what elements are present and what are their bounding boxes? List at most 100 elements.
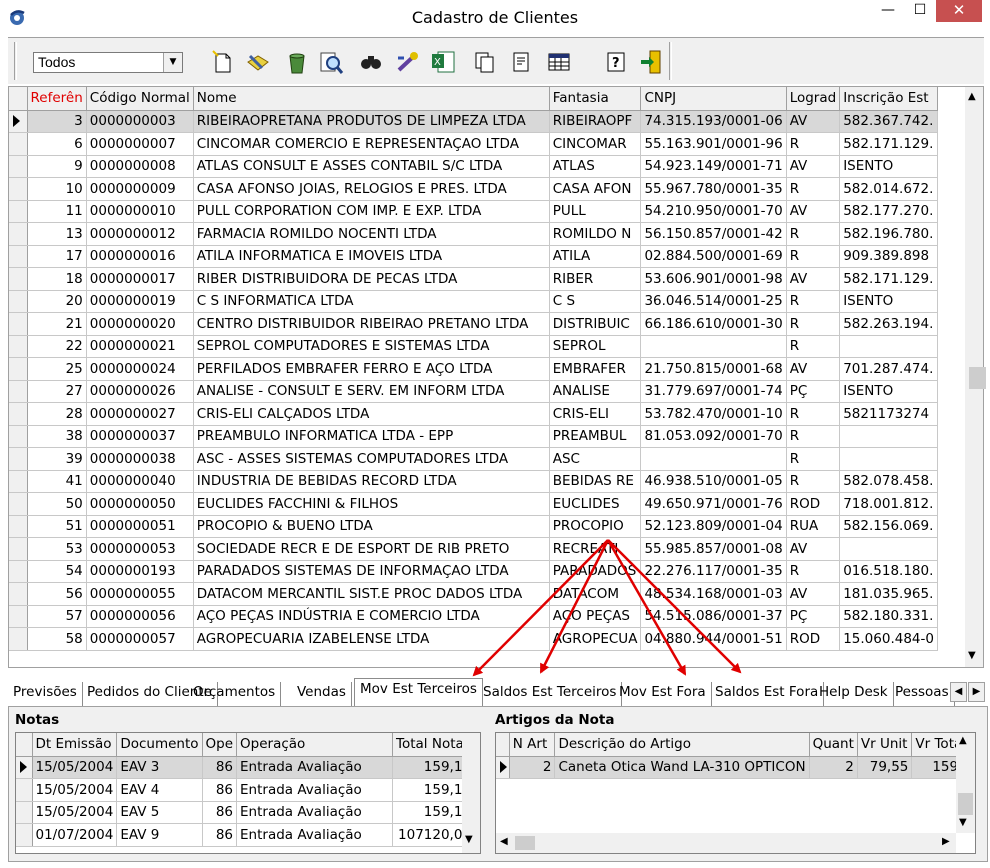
scroll-thumb[interactable] xyxy=(958,793,973,815)
tab-scroll-right-icon[interactable]: ▶ xyxy=(968,682,985,702)
new-record-icon[interactable] xyxy=(210,48,236,76)
tab-5[interactable]: Saldos Est Terceiros xyxy=(478,682,623,706)
vertical-scrollbar[interactable]: ▲ ▼ xyxy=(965,87,986,667)
table-row[interactable]: 54 0000000193 PARADADOS SISTEMAS DE INFORM… xyxy=(9,560,938,583)
vertical-scrollbar[interactable]: ▲ ▼ xyxy=(956,733,975,833)
filter-dropdown[interactable]: Todos xyxy=(33,52,183,73)
row-indicator[interactable] xyxy=(9,447,28,471)
table-row[interactable]: 27 0000000026 ANALISE - CONSULT E SERV. EM… xyxy=(9,380,938,403)
scroll-right-icon[interactable]: ▶ xyxy=(942,836,950,847)
column-header[interactable]: Referên xyxy=(27,87,87,111)
row-indicator[interactable] xyxy=(9,312,28,336)
table-row[interactable]: 21 0000000020 CENTRO DISTRIBUIDOR RIBEIRAO… xyxy=(9,312,938,336)
table-row[interactable]: 20 0000000019 C S INFORMATICA LTDA C S 36.04… xyxy=(9,290,938,313)
row-indicator[interactable] xyxy=(9,537,28,561)
row-indicator[interactable] xyxy=(9,110,28,133)
row-indicator[interactable] xyxy=(9,290,28,313)
row-indicator[interactable] xyxy=(16,801,33,824)
row-indicator[interactable] xyxy=(9,380,28,403)
table-row[interactable]: 41 0000000040 INDUSTRIA DE BEBIDAS RECORD … xyxy=(9,470,938,493)
table-row[interactable]: 11 0000000010 PULL CORPORATION COM IMP. E … xyxy=(9,200,938,223)
table-row[interactable]: 15/05/2004 EAV 4 86 Entrada Avaliação 159,10 xyxy=(16,778,476,802)
column-header[interactable]: Vr Unit xyxy=(857,733,913,757)
copy-icon[interactable] xyxy=(472,48,498,76)
row-indicator[interactable] xyxy=(9,627,28,651)
excel-export-icon[interactable]: X xyxy=(430,48,456,76)
tab-scroll-left-icon[interactable]: ◀ xyxy=(950,682,967,702)
row-indicator[interactable] xyxy=(9,245,28,268)
tab-7[interactable]: Saldos Est Fora xyxy=(710,682,825,706)
table-row[interactable]: 01/07/2004 EAV 9 86 Entrada Avaliação 107120… xyxy=(16,823,476,847)
table-row[interactable]: 15/05/2004 EAV 5 86 Entrada Avaliação 159,10 xyxy=(16,801,476,824)
scroll-down-icon[interactable]: ▼ xyxy=(465,834,473,845)
table-row[interactable]: 25 0000000024 PERFILADOS EMBRAFER FERRO E … xyxy=(9,357,938,381)
vertical-scrollbar[interactable]: ▼ xyxy=(462,733,480,853)
row-indicator[interactable] xyxy=(9,155,28,178)
column-header[interactable]: N Art xyxy=(509,733,556,757)
artigos-grid[interactable]: N Art Descrição do Artigo Quant Vr Unit Vr T… xyxy=(495,732,976,854)
tab-4[interactable]: Mov Est Terceiros xyxy=(354,678,483,706)
column-header[interactable]: Operação xyxy=(236,733,394,757)
wizard-icon[interactable] xyxy=(394,48,420,76)
recycle-bin-icon[interactable] xyxy=(284,48,310,76)
edit-record-icon[interactable] xyxy=(244,48,270,76)
scroll-thumb[interactable] xyxy=(969,367,986,389)
row-indicator[interactable] xyxy=(9,605,28,628)
scroll-up-icon[interactable]: ▲ xyxy=(959,735,967,746)
table-row[interactable]: 57 0000000056 AÇO PEÇAS INDÚSTRIA E COMERC… xyxy=(9,605,938,628)
column-header[interactable]: Inscrição Est xyxy=(839,87,938,111)
row-indicator[interactable] xyxy=(9,200,28,223)
print-preview-icon[interactable] xyxy=(508,48,534,76)
tab-9[interactable]: Pessoas xyxy=(890,682,955,706)
table-row[interactable]: 10 0000000009 CASA AFONSO JOIAS, RELOGIOS … xyxy=(9,177,938,201)
tab-3[interactable]: Vendas xyxy=(292,682,352,706)
table-row[interactable]: 28 0000000027 CRIS-ELI CALÇADOS LTDA CRIS-E… xyxy=(9,402,938,426)
scroll-left-icon[interactable]: ◀ xyxy=(500,836,508,847)
table-row[interactable]: 39 0000000038 ASC - ASSES SISTEMAS COMPUTA… xyxy=(9,447,938,471)
table-row[interactable]: 50 0000000050 EUCLIDES FACCHINI & FILHOS EU… xyxy=(9,492,938,516)
row-indicator[interactable] xyxy=(496,756,510,779)
table-row[interactable]: 2 Caneta Otica Wand LA-310 OPTICON 2 79,55 1… xyxy=(496,756,975,779)
column-header[interactable]: CNPJ xyxy=(640,87,787,111)
table-row[interactable]: 3 0000000003 RIBEIRAOPRETANA PRODUTOS DE L… xyxy=(9,110,938,133)
table-row[interactable]: 6 0000000007 CINCOMAR COMERCIO E REPRESENT… xyxy=(9,132,938,156)
notas-grid[interactable]: Dt Emissão Documento Ope Operação Total Nota… xyxy=(15,732,481,854)
spreadsheet-icon[interactable] xyxy=(546,48,572,76)
row-indicator[interactable] xyxy=(16,778,33,802)
column-header[interactable]: Lograd xyxy=(786,87,841,111)
tab-2[interactable]: Orçamentos xyxy=(188,682,282,706)
table-row[interactable]: 18 0000000017 RIBER DISTRIBUIDORA DE PECAS… xyxy=(9,267,938,291)
row-indicator[interactable] xyxy=(9,267,28,291)
row-indicator[interactable] xyxy=(9,335,28,358)
table-row[interactable]: 22 0000000021 SEPROL COMPUTADORES E SISTEM… xyxy=(9,335,938,358)
table-row[interactable]: 9 0000000008 ATLAS CONSULT E ASSES CONTABI… xyxy=(9,155,938,178)
row-indicator[interactable] xyxy=(9,222,28,246)
row-indicator[interactable] xyxy=(9,425,28,448)
column-header[interactable]: Ope xyxy=(202,733,238,757)
scroll-up-icon[interactable]: ▲ xyxy=(968,91,976,102)
column-header[interactable]: Fantasia xyxy=(549,87,642,111)
row-indicator[interactable] xyxy=(9,560,28,583)
tab-6[interactable]: Mov Est Fora xyxy=(614,682,712,706)
column-header[interactable]: Código Normal xyxy=(86,87,194,111)
table-row[interactable]: 58 0000000057 AGROPECUARIA IZABELENSE LTDA… xyxy=(9,627,938,651)
row-indicator[interactable] xyxy=(9,515,28,538)
clients-grid[interactable]: Referên Código Normal Nome Fantasia CNPJ Logr… xyxy=(8,86,986,668)
exit-door-icon[interactable] xyxy=(638,48,664,76)
row-indicator[interactable] xyxy=(9,582,28,606)
column-header[interactable]: Descrição do Artigo xyxy=(554,733,810,757)
table-row[interactable]: 17 0000000016 ATILA INFORMATICA E IMOVEIS … xyxy=(9,245,938,268)
tab-8[interactable]: Help Desk xyxy=(814,682,894,706)
scroll-down-icon[interactable]: ▼ xyxy=(968,650,976,661)
magnify-search-icon[interactable] xyxy=(318,48,344,76)
row-indicator[interactable] xyxy=(9,470,28,493)
row-indicator[interactable] xyxy=(9,357,28,381)
row-indicator[interactable] xyxy=(16,823,33,847)
column-header[interactable]: Nome xyxy=(193,87,550,111)
row-indicator[interactable] xyxy=(9,402,28,426)
table-row[interactable]: 56 0000000055 DATACOM MERCANTIL SIST.E PRO… xyxy=(9,582,938,606)
row-indicator[interactable] xyxy=(9,177,28,201)
table-row[interactable]: 51 0000000051 PROCOPIO & BUENO LTDA PROCOPI… xyxy=(9,515,938,538)
column-header[interactable]: Documento xyxy=(116,733,203,757)
row-indicator[interactable] xyxy=(9,132,28,156)
